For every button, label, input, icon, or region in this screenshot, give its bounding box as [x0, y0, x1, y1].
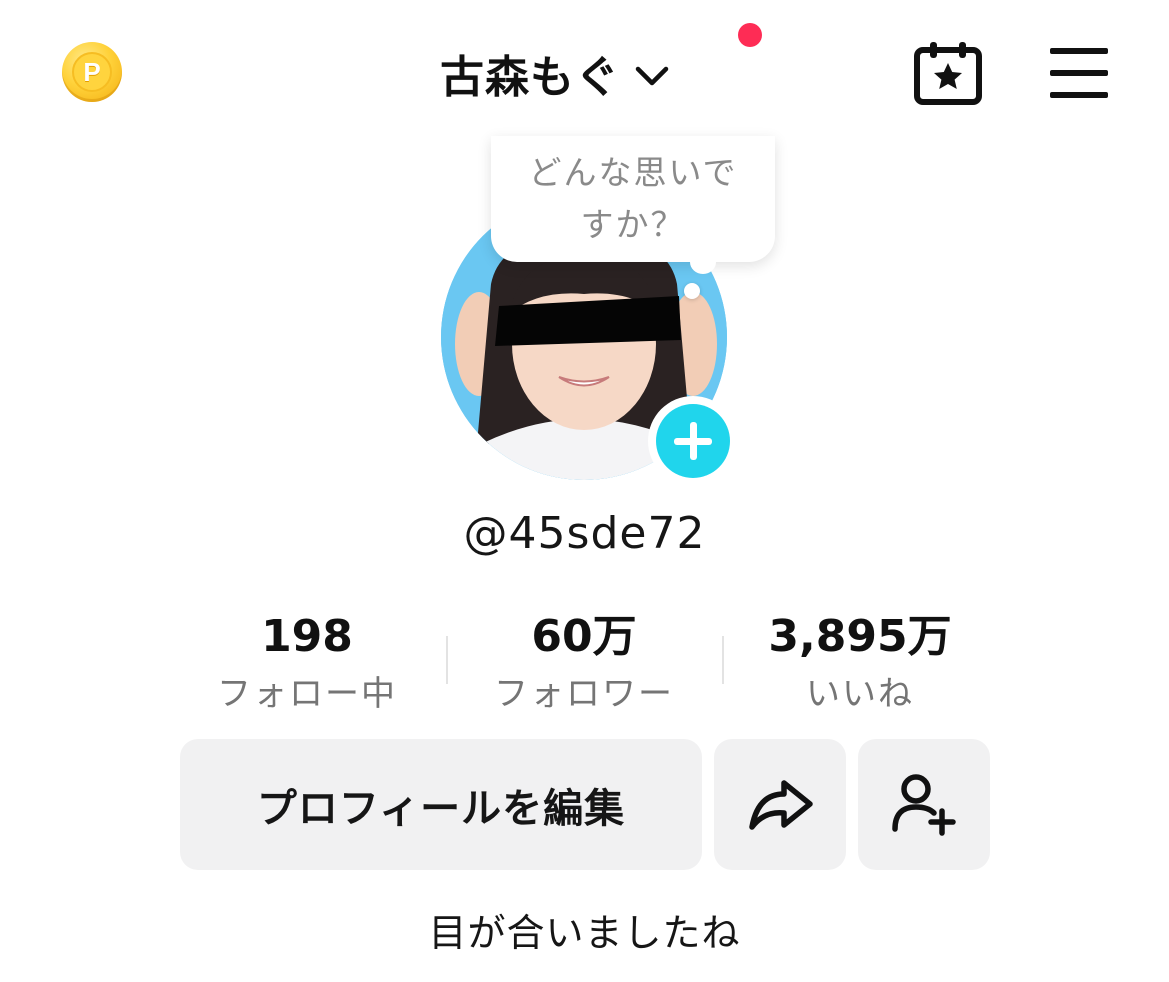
followers-label: フォロワー	[494, 674, 674, 714]
menu-bar	[1050, 48, 1108, 54]
chevron-down-icon	[635, 66, 669, 86]
likes-count: 3,895万	[768, 611, 952, 662]
thought-bubble-tail	[690, 250, 716, 274]
likes-label: いいね	[806, 674, 914, 714]
username: @45sde72	[463, 508, 706, 559]
share-arrow-icon	[749, 780, 813, 830]
edit-profile-button[interactable]: プロフィールを編集	[180, 739, 702, 870]
add-friend-icon	[892, 774, 956, 836]
calendar-star-button[interactable]	[912, 38, 984, 108]
coin-icon: P	[72, 52, 112, 92]
notification-dot	[738, 23, 762, 47]
followers-stat[interactable]: 60万 フォロワー	[454, 608, 714, 720]
following-label: フォロー中	[217, 674, 397, 714]
share-profile-button[interactable]	[714, 739, 846, 870]
menu-bar	[1050, 92, 1108, 98]
menu-button[interactable]	[1048, 48, 1110, 100]
add-friend-button[interactable]	[858, 739, 990, 870]
followers-count: 60万	[531, 611, 637, 662]
add-story-button[interactable]	[648, 396, 738, 486]
thought-bubble[interactable]: どんな思いですか？	[491, 136, 775, 262]
stat-divider	[722, 636, 724, 684]
coins-button[interactable]: P	[62, 42, 122, 102]
account-name: 古森もぐ	[440, 52, 620, 103]
calendar-star-icon	[914, 42, 982, 105]
account-switcher[interactable]: 古森もぐ	[440, 38, 670, 108]
plus-icon	[674, 422, 712, 460]
stat-divider	[446, 636, 448, 684]
thought-bubble-dot	[684, 283, 700, 299]
following-count: 198	[261, 611, 353, 662]
menu-bar	[1050, 70, 1108, 76]
edit-profile-label: プロフィールを編集	[256, 785, 626, 832]
profile-bio: 目が合いましたね	[428, 911, 741, 955]
likes-stat[interactable]: 3,895万 いいね	[730, 608, 990, 720]
following-stat[interactable]: 198 フォロー中	[177, 608, 437, 720]
thought-bubble-text: どんな思いですか？	[528, 153, 738, 244]
